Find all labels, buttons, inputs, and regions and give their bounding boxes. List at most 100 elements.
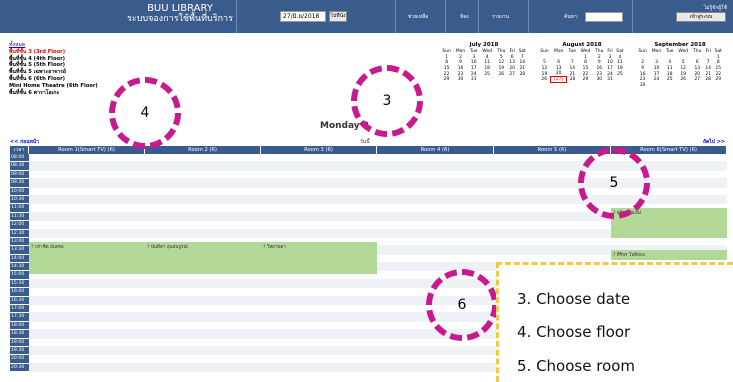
- floor-item[interactable]: พื้นที่ชั้น 6 คาราโอเกะ: [9, 90, 98, 97]
- slot-cell[interactable]: [261, 162, 378, 171]
- slot-cell[interactable]: [145, 170, 262, 180]
- login-button[interactable]: เข้าสู่ระบบ: [676, 12, 726, 22]
- slot-cell[interactable]: [261, 279, 378, 289]
- room-header[interactable]: Room 2 (6): [145, 146, 261, 154]
- slot-cell[interactable]: [261, 338, 378, 347]
- slot-cell[interactable]: [145, 162, 262, 171]
- slot-cell[interactable]: [377, 263, 495, 272]
- slot-cell[interactable]: [377, 179, 495, 188]
- next-day-link[interactable]: ถัดไป >>: [703, 138, 725, 146]
- slot-cell[interactable]: [261, 346, 378, 356]
- slot-cell[interactable]: [145, 212, 262, 222]
- slot-cell[interactable]: [261, 195, 378, 205]
- slot-cell[interactable]: [377, 221, 495, 230]
- slot-cell[interactable]: [261, 321, 378, 331]
- room-header[interactable]: Room 1(Smart TV) (6): [29, 146, 145, 154]
- report-link[interactable]: รายงาน: [492, 13, 509, 21]
- slot-cell[interactable]: [261, 154, 378, 163]
- slot-cell[interactable]: [29, 154, 146, 163]
- prev-day-link[interactable]: << ก่อนหน้า: [10, 138, 39, 146]
- slot-cell[interactable]: [377, 338, 495, 347]
- slot-cell[interactable]: [261, 363, 378, 373]
- slot-cell[interactable]: [377, 246, 495, 255]
- slot-cell[interactable]: [261, 330, 378, 339]
- slot-cell[interactable]: [377, 195, 495, 205]
- slot-cell[interactable]: [261, 355, 378, 364]
- floor-item[interactable]: Mini Home Theatre (6th Floor): [9, 83, 98, 90]
- slot-cell[interactable]: [29, 162, 146, 171]
- slot-cell[interactable]: [29, 363, 146, 373]
- slot-cell[interactable]: [145, 313, 262, 322]
- slot-cell[interactable]: [145, 338, 262, 347]
- calendar-day[interactable]: 29: [440, 77, 453, 83]
- floor-all-link[interactable]: ทั้งหมด: [9, 42, 98, 49]
- calendar-day[interactable]: 30: [453, 77, 468, 83]
- slot-cell[interactable]: [145, 187, 262, 196]
- slot-cell[interactable]: [145, 221, 262, 230]
- slot-cell[interactable]: [377, 254, 495, 264]
- slot-cell[interactable]: [29, 313, 146, 322]
- calendar-day[interactable]: [27]: [550, 76, 567, 84]
- slot-cell[interactable]: [29, 229, 146, 238]
- go-button[interactable]: ไปที่นั่ง: [329, 11, 347, 22]
- slot-cell[interactable]: [377, 346, 495, 356]
- slot-cell[interactable]: [29, 338, 146, 347]
- slot-cell[interactable]: [145, 229, 262, 238]
- slot-cell[interactable]: [145, 346, 262, 356]
- slot-cell[interactable]: [261, 170, 378, 180]
- slot-cell[interactable]: [377, 355, 495, 364]
- floor-item[interactable]: พื้นที่ชั้น 5 เฉพาะอาจารย์: [9, 69, 98, 76]
- slot-cell[interactable]: [377, 204, 495, 213]
- slot-cell[interactable]: [145, 305, 262, 314]
- slot-cell[interactable]: [145, 195, 262, 205]
- slot-cell[interactable]: [29, 288, 146, 297]
- slot-cell[interactable]: [145, 279, 262, 289]
- calendar-day[interactable]: 17: [606, 66, 615, 72]
- slot-cell[interactable]: [261, 288, 378, 297]
- slot-cell[interactable]: [29, 355, 146, 364]
- slot-cell[interactable]: [29, 305, 146, 314]
- floor-item[interactable]: พื้นที่ชั้น 3 (3rd Floor): [9, 49, 98, 56]
- calendar-day[interactable]: 31: [468, 77, 480, 83]
- calendar-day[interactable]: 30: [636, 83, 649, 89]
- rooms-link[interactable]: ห้อง: [460, 13, 469, 21]
- slot-cell[interactable]: [377, 212, 495, 222]
- booking-block[interactable]: ? ศิริพร โพธิทอง: [611, 250, 727, 260]
- slot-cell[interactable]: [261, 179, 378, 188]
- slot-cell[interactable]: [145, 288, 262, 297]
- slot-cell[interactable]: [494, 246, 611, 255]
- calendar-day[interactable]: 29: [578, 77, 593, 83]
- slot-cell[interactable]: [29, 330, 146, 339]
- floor-item[interactable]: พื้นที่ชั้น 6 (6th Floor): [9, 76, 98, 83]
- slot-cell[interactable]: [377, 154, 495, 163]
- slot-cell[interactable]: [29, 321, 146, 331]
- slot-cell[interactable]: [145, 179, 262, 188]
- slot-cell[interactable]: [29, 187, 146, 196]
- booking-block[interactable]: ? ปราชิต มัณฑล: [29, 242, 145, 274]
- today-link[interactable]: วันนี้: [360, 138, 370, 146]
- calendar-day[interactable]: 31: [606, 77, 615, 83]
- slot-cell[interactable]: [377, 170, 495, 180]
- slot-cell[interactable]: [377, 237, 495, 247]
- slot-cell[interactable]: [377, 187, 495, 196]
- slot-cell[interactable]: [145, 355, 262, 364]
- slot-cell[interactable]: [29, 279, 146, 289]
- room-header[interactable]: Room 4 (6): [377, 146, 494, 154]
- slot-cell[interactable]: [29, 212, 146, 222]
- slot-cell[interactable]: [261, 221, 378, 230]
- calendar-day[interactable]: 30: [593, 77, 606, 83]
- calendar-day[interactable]: 28: [566, 77, 578, 83]
- slot-cell[interactable]: [145, 321, 262, 331]
- slot-cell[interactable]: [377, 363, 495, 373]
- booking-block[interactable]: ? นันทิตา อุ่นสมบูรณ์: [145, 242, 261, 274]
- slot-cell[interactable]: [29, 346, 146, 356]
- slot-cell[interactable]: [29, 170, 146, 180]
- slot-cell[interactable]: [377, 162, 495, 171]
- slot-cell[interactable]: [494, 237, 611, 247]
- slot-cell[interactable]: [145, 363, 262, 373]
- slot-cell[interactable]: [261, 187, 378, 196]
- calendar-day[interactable]: 26: [538, 77, 551, 83]
- slot-cell[interactable]: [494, 229, 611, 238]
- slot-cell[interactable]: [145, 204, 262, 213]
- slot-cell[interactable]: [261, 296, 378, 306]
